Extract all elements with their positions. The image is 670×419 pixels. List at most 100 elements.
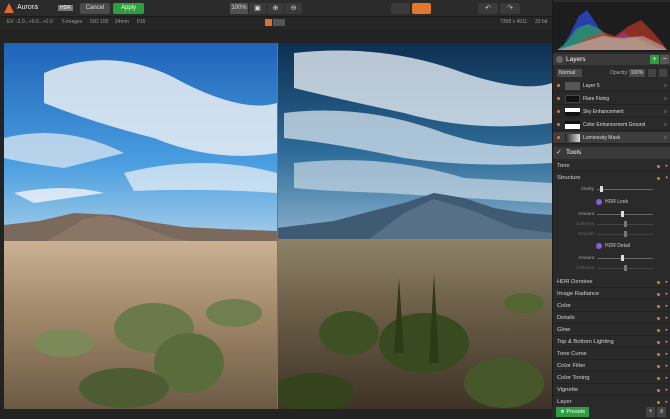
smooth-slider[interactable]: Smooth bbox=[553, 229, 670, 239]
layer-row[interactable]: Layer 5 ≡ bbox=[553, 80, 670, 92]
tool-active-dot bbox=[657, 305, 660, 308]
slider-track[interactable] bbox=[597, 258, 653, 259]
chevron-right-icon: ▸ bbox=[665, 279, 668, 285]
layer-row[interactable]: Luminosity Mask ≡ bbox=[553, 132, 670, 144]
layer-settings-icon[interactable]: ≡ bbox=[664, 96, 667, 102]
layer-menu-icon[interactable] bbox=[659, 69, 667, 77]
redo-button[interactable]: ↷ bbox=[500, 3, 520, 14]
slider-knob[interactable] bbox=[620, 211, 624, 217]
layer-settings-icon[interactable]: ≡ bbox=[664, 122, 667, 128]
softness2-slider[interactable]: Softness bbox=[553, 263, 670, 273]
split-handle[interactable] bbox=[265, 19, 285, 26]
tool-active-dot bbox=[657, 317, 660, 320]
collapse-icon[interactable] bbox=[556, 56, 563, 63]
tool-row[interactable]: Color ▸ bbox=[553, 300, 670, 312]
iso-value: ISO 100 bbox=[90, 19, 109, 25]
zoom-out-icon[interactable]: ⊖ bbox=[285, 3, 302, 14]
mask-icon[interactable] bbox=[648, 69, 656, 77]
tool-row[interactable]: Color Toning ▸ bbox=[553, 372, 670, 384]
opacity-value[interactable]: 100% bbox=[629, 69, 645, 77]
visibility-icon[interactable] bbox=[557, 136, 560, 139]
tool-row[interactable]: Vignette ▸ bbox=[553, 384, 670, 396]
tool-row[interactable]: HDR Denoise ▸ bbox=[553, 276, 670, 288]
amount-slider[interactable]: Amount bbox=[553, 209, 670, 219]
slider-knob[interactable] bbox=[623, 265, 627, 271]
tool-label: HDR Denoise bbox=[557, 279, 593, 285]
aperture-value: f/16 bbox=[137, 19, 146, 25]
add-icon[interactable]: + bbox=[646, 407, 655, 417]
chevron-right-icon: ▸ bbox=[665, 303, 668, 309]
presets-button[interactable]: ★ Presets bbox=[556, 407, 589, 417]
slider-knob[interactable] bbox=[599, 186, 603, 192]
subheader-label: HDR Look bbox=[605, 199, 629, 205]
visibility-icon[interactable] bbox=[557, 84, 560, 87]
chevron-right-icon: ▸ bbox=[665, 363, 668, 369]
layer-row[interactable]: Color Enhancement Ground ≡ bbox=[553, 119, 670, 131]
layer-row[interactable]: Flare Fixing ≡ bbox=[553, 93, 670, 105]
slider-knob[interactable] bbox=[623, 221, 627, 227]
layers-header[interactable]: Layers + − bbox=[553, 54, 670, 65]
presets-label: Presets bbox=[566, 409, 586, 415]
menu-icon[interactable]: ≡ bbox=[657, 407, 666, 417]
app-logo: Aurora HDR bbox=[4, 2, 76, 15]
photo-canvas[interactable] bbox=[4, 43, 552, 409]
tool-row[interactable]: Details ▸ bbox=[553, 312, 670, 324]
slider-label: Smooth bbox=[578, 231, 594, 236]
amount2-slider[interactable]: Amount bbox=[553, 253, 670, 263]
visibility-icon[interactable] bbox=[557, 123, 560, 126]
ev-label: EV bbox=[7, 19, 14, 25]
tool-row[interactable]: Glow ▸ bbox=[553, 324, 670, 336]
undo-button[interactable]: ↶ bbox=[478, 3, 498, 14]
resolution: 7358 x 4911 bbox=[500, 19, 528, 25]
tool-active-dot bbox=[657, 329, 660, 332]
slider-track[interactable] bbox=[597, 214, 653, 215]
image-info-bar: EV -2.0...+0.0...+2.0 5 images ISO 100 2… bbox=[0, 17, 552, 29]
tool-structure[interactable]: Structure ▾ bbox=[553, 172, 670, 184]
tool-row[interactable]: Image Radiance ▸ bbox=[553, 288, 670, 300]
fit-icon[interactable]: ▣ bbox=[249, 3, 266, 14]
tool-label: Top & Bottom Lighting bbox=[557, 339, 614, 345]
chevron-right-icon: ▸ bbox=[665, 315, 668, 321]
single-view-button[interactable] bbox=[391, 3, 410, 14]
layer-thumbnail bbox=[565, 82, 580, 90]
zoom-level[interactable]: 100% bbox=[230, 3, 248, 14]
tools-header[interactable]: ✓ Tools bbox=[553, 147, 670, 159]
add-layer-button[interactable]: + bbox=[650, 55, 659, 64]
remove-layer-button[interactable]: − bbox=[660, 55, 669, 64]
slider-label: Amount bbox=[578, 255, 594, 260]
hdr-look-subheader[interactable]: HDR Look bbox=[553, 197, 670, 207]
tool-label: Vignette bbox=[557, 387, 579, 393]
aurora-logo-icon bbox=[4, 3, 14, 13]
visibility-icon[interactable] bbox=[557, 110, 560, 113]
tool-row[interactable]: Color Filter ▸ bbox=[553, 360, 670, 372]
slider-knob[interactable] bbox=[620, 255, 624, 261]
layer-row[interactable]: Sky Enhancement ≡ bbox=[553, 106, 670, 118]
tool-tone[interactable]: Tone ▸ bbox=[553, 160, 670, 172]
softness-slider[interactable]: Softness bbox=[553, 219, 670, 229]
histogram-graph bbox=[553, 2, 670, 52]
layer-settings-icon[interactable]: ≡ bbox=[664, 83, 667, 89]
tool-row[interactable]: Top & Bottom Lighting ▸ bbox=[553, 336, 670, 348]
split-view-button[interactable] bbox=[412, 3, 431, 14]
tool-row[interactable]: Tone Curve ▸ bbox=[553, 348, 670, 360]
layer-name: Flare Fixing bbox=[583, 96, 610, 102]
chevron-right-icon: ▸ bbox=[665, 327, 668, 333]
apply-button[interactable]: Apply bbox=[113, 3, 144, 14]
layer-thumbnail bbox=[565, 108, 580, 116]
cancel-button[interactable]: Cancel bbox=[80, 3, 110, 14]
blend-mode-select[interactable]: Normal bbox=[557, 69, 582, 77]
tool-active-dot bbox=[657, 353, 660, 356]
slider-track[interactable] bbox=[597, 189, 653, 190]
images-count: 5 images bbox=[62, 19, 83, 25]
visibility-icon[interactable] bbox=[557, 97, 560, 100]
clarity-slider[interactable]: Clarity bbox=[553, 184, 670, 194]
layer-settings-icon[interactable]: ≡ bbox=[664, 109, 667, 115]
zoom-in-icon[interactable]: ⊕ bbox=[267, 3, 284, 14]
layer-settings-icon[interactable]: ≡ bbox=[664, 135, 667, 141]
hdr-detail-subheader[interactable]: HDR Detail bbox=[553, 241, 670, 251]
chevron-right-icon: ▸ bbox=[665, 351, 668, 357]
slider-knob[interactable] bbox=[623, 231, 627, 237]
hdr-detail-icon bbox=[596, 243, 602, 249]
tool-active-dot bbox=[657, 177, 660, 180]
split-divider[interactable] bbox=[277, 43, 278, 409]
